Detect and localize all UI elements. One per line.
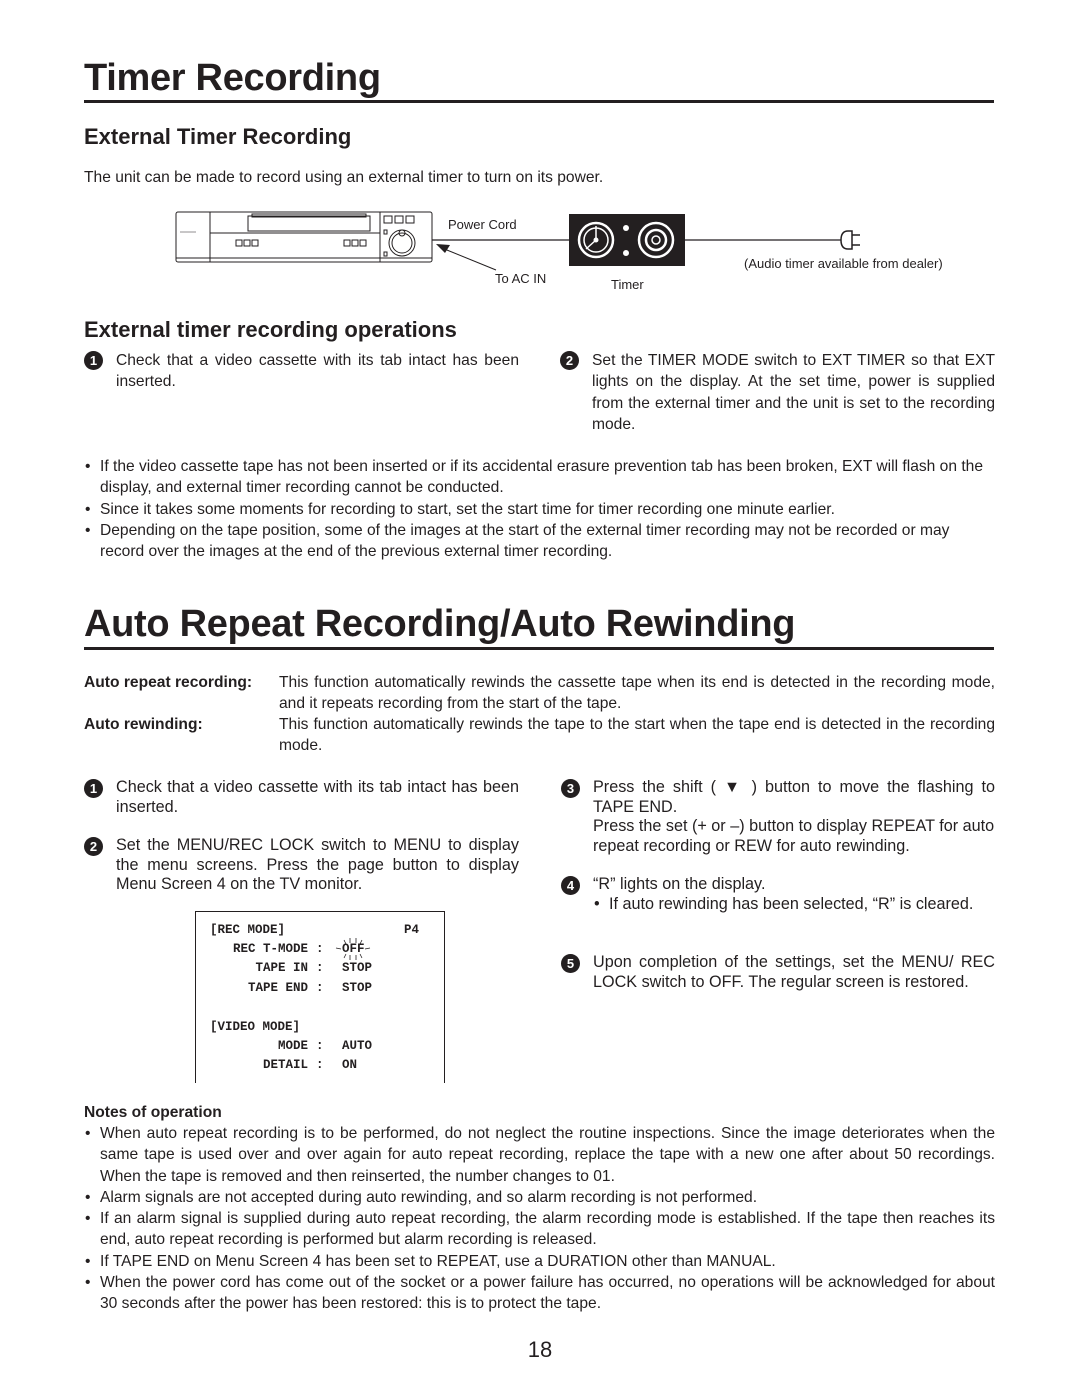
step-text: Upon completion of the settings, set the… — [593, 953, 995, 991]
subsection-title-external-timer-operations: External timer recording operations — [84, 317, 457, 342]
flashing-indicator-icon — [335, 938, 371, 960]
note-item: Alarm signals are not accepted during au… — [84, 1187, 995, 1209]
step-text: “R” lights on the display. — [593, 875, 766, 893]
timer-device-illustration — [569, 214, 685, 266]
step-text: Set the MENU/REC LOCK switch to MENU to … — [116, 836, 519, 893]
step-number-badge: 1 — [84, 351, 103, 370]
note-item: If an alarm signal is supplied during au… — [84, 1208, 995, 1251]
menu-page-indicator: P4 — [404, 923, 420, 937]
note-item: Depending on the tape position, some of … — [84, 520, 995, 563]
definition-text: This function automatically rewinds the … — [279, 716, 995, 755]
step-text-continued: Press the set (+ or –) button to display… — [593, 817, 995, 855]
sub-bullet-item: If auto rewinding has been selected, “R”… — [593, 895, 995, 915]
step-number-badge: 4 — [561, 876, 580, 895]
menu-row-label: REC T-MODE — [232, 942, 308, 956]
notes-list-operation: When auto repeat recording is to be perf… — [84, 1123, 995, 1315]
menu-row-label: TAPE END — [247, 981, 308, 995]
title-underline — [84, 647, 994, 650]
section-title-timer-recording: Timer Recording — [84, 57, 381, 99]
menu-row-sep: : — [316, 942, 324, 956]
menu-header-video-mode: [VIDEO MODE] — [210, 1020, 301, 1034]
title-underline — [84, 100, 994, 103]
menu-row-value: STOP — [342, 961, 373, 975]
step-1: 1 Check that a video cassette with its t… — [84, 350, 519, 393]
step-5: 5 Upon completion of the settings, set t… — [561, 953, 995, 992]
section-title-auto-repeat: Auto Repeat Recording/Auto Rewinding — [84, 603, 796, 645]
step-4: 4 “R” lights on the display. If auto rew… — [561, 875, 995, 914]
step-number-badge: 5 — [561, 954, 580, 973]
definition-auto-rewinding: Auto rewinding: This function automatica… — [84, 714, 995, 757]
step-2: 2 Set the TIMER MODE switch to EXT TIMER… — [560, 350, 995, 435]
page-number: 18 — [527, 1337, 553, 1362]
label-to-ac-in: To AC IN — [495, 271, 547, 286]
step-number-badge: 3 — [561, 779, 580, 798]
step-3: 3 Press the shift ( ▼ ) button to move t… — [561, 778, 995, 856]
menu-row-sep: : — [316, 981, 324, 995]
menu-screen-4-illustration: [REC MODE] P4 REC T-MODE : OFF TAPE IN :… — [195, 911, 445, 1083]
vcr-unit-illustration — [175, 211, 433, 263]
notes-of-operation-heading: Notes of operation — [84, 1104, 222, 1121]
definition-text: This function automatically rewinds the … — [279, 674, 995, 713]
menu-row-sep: : — [316, 1058, 324, 1072]
notes-list-external-timer: If the video cassette tape has not been … — [84, 456, 995, 562]
menu-header-rec-mode: [REC MODE] — [210, 923, 286, 937]
connection-diagram: Power Cord To AC IN Timer (Audio timer a… — [0, 200, 1080, 300]
step-text: Set the TIMER MODE switch to EXT TIMER s… — [592, 352, 995, 433]
definition-auto-repeat: Auto repeat recording: This function aut… — [84, 672, 995, 715]
subsection-title-external-timer-recording: External Timer Recording — [84, 124, 352, 149]
step-2: 2 Set the MENU/REC LOCK switch to MENU t… — [84, 836, 519, 895]
intro-text: The unit can be made to record using an … — [84, 169, 604, 186]
note-item: Since it takes some moments for recordin… — [84, 499, 995, 521]
menu-row-label: TAPE IN — [255, 961, 308, 975]
menu-row-value: ON — [342, 1058, 358, 1072]
note-item: When auto repeat recording is to be perf… — [84, 1123, 995, 1187]
note-item: If TAPE END on Menu Screen 4 has been se… — [84, 1251, 995, 1273]
label-audio-timer-note: (Audio timer available from dealer) — [744, 256, 943, 271]
menu-row-sep: : — [316, 1039, 324, 1053]
step-sub-bullets: If auto rewinding has been selected, “R”… — [593, 895, 995, 915]
step-text: Check that a video cassette with its tab… — [116, 352, 519, 391]
power-plug-icon — [840, 230, 860, 250]
step-number-badge: 2 — [560, 351, 579, 370]
menu-row-sep: : — [316, 961, 324, 975]
definition-term: Auto repeat recording: — [84, 674, 253, 691]
step-text: Press the shift ( ▼ ) button to move the… — [593, 778, 995, 816]
step-text: Check that a video cassette with its tab… — [116, 778, 519, 816]
menu-row-value: STOP — [342, 981, 373, 995]
definition-term: Auto rewinding: — [84, 716, 203, 733]
step-1: 1 Check that a video cassette with its t… — [84, 778, 519, 817]
menu-row-label: MODE — [277, 1039, 308, 1053]
label-power-cord: Power Cord — [448, 217, 517, 232]
label-timer: Timer — [611, 277, 644, 292]
step-number-badge: 2 — [84, 837, 103, 856]
menu-row-value: AUTO — [342, 1039, 373, 1053]
note-item: If the video cassette tape has not been … — [84, 456, 995, 499]
note-item: When the power cord has come out of the … — [84, 1272, 995, 1315]
step-number-badge: 1 — [84, 779, 103, 798]
menu-row-label: DETAIL — [262, 1058, 308, 1072]
